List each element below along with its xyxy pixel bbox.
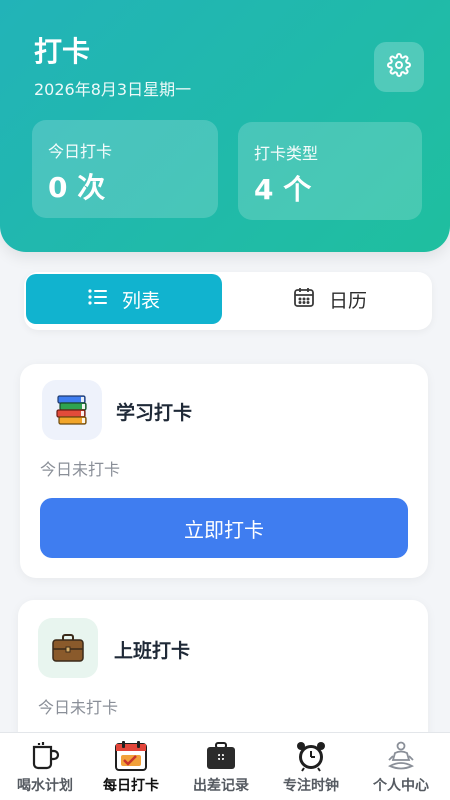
tab-water-plan[interactable]: 喝水计划 [0, 733, 90, 800]
stat-card-today: 今日打卡 0 次 [32, 120, 218, 218]
alarm-clock-icon [295, 739, 327, 773]
list-icon [88, 288, 122, 310]
tab-label: 每日打卡 [103, 778, 159, 794]
tab-label: 喝水计划 [17, 778, 73, 794]
books-icon [42, 380, 102, 440]
check-in-button[interactable]: 立即打卡 [40, 498, 408, 558]
habit-name: 上班打卡 [114, 640, 191, 662]
stat-card-types: 打卡类型 4 个 [238, 122, 422, 220]
habit-card-study: 学习打卡 今日未打卡 立即打卡 [20, 364, 428, 578]
briefcase-icon [38, 618, 98, 678]
tab-list-label: 列表 [121, 289, 160, 312]
stat-label: 今日打卡 [48, 142, 113, 161]
tab-calendar-label: 日历 [328, 289, 367, 312]
stat-label: 打卡类型 [254, 144, 319, 163]
tab-profile[interactable]: 个人中心 [356, 733, 446, 800]
habit-name: 学习打卡 [116, 402, 193, 424]
settings-button[interactable] [374, 42, 424, 92]
stat-value: 0 次 [48, 171, 106, 204]
stat-value: 4 个 [254, 173, 312, 206]
tab-label: 专注时钟 [283, 778, 339, 794]
calendar-icon [293, 286, 329, 313]
habit-status: 今日未打卡 [38, 698, 119, 717]
travel-bag-icon [205, 739, 237, 773]
cup-icon [30, 739, 60, 773]
tab-daily-checkin[interactable]: 每日打卡 [86, 733, 176, 800]
tab-list-view[interactable]: 列表 [26, 274, 222, 324]
header: 打卡 2026年8月3日星期一 今日打卡 0 次 打卡类型 4 个 [0, 0, 450, 252]
habit-status: 今日未打卡 [40, 460, 121, 479]
bottom-tab-bar: 喝水计划 每日打卡 出差记录 专注时钟 个人中心 [0, 732, 450, 800]
gear-icon [387, 53, 411, 81]
tab-label: 出差记录 [193, 778, 249, 794]
current-date: 2026年8月3日星期一 [34, 80, 192, 99]
meditation-icon [385, 739, 417, 773]
tab-calendar-view[interactable]: 日历 [232, 274, 428, 324]
tab-label: 个人中心 [373, 778, 429, 794]
view-switcher: 列表 日历 [24, 272, 432, 330]
calendar-check-icon [114, 739, 148, 773]
tab-focus-clock[interactable]: 专注时钟 [266, 733, 356, 800]
page-title: 打卡 [34, 35, 91, 68]
tab-business-trip[interactable]: 出差记录 [176, 733, 266, 800]
